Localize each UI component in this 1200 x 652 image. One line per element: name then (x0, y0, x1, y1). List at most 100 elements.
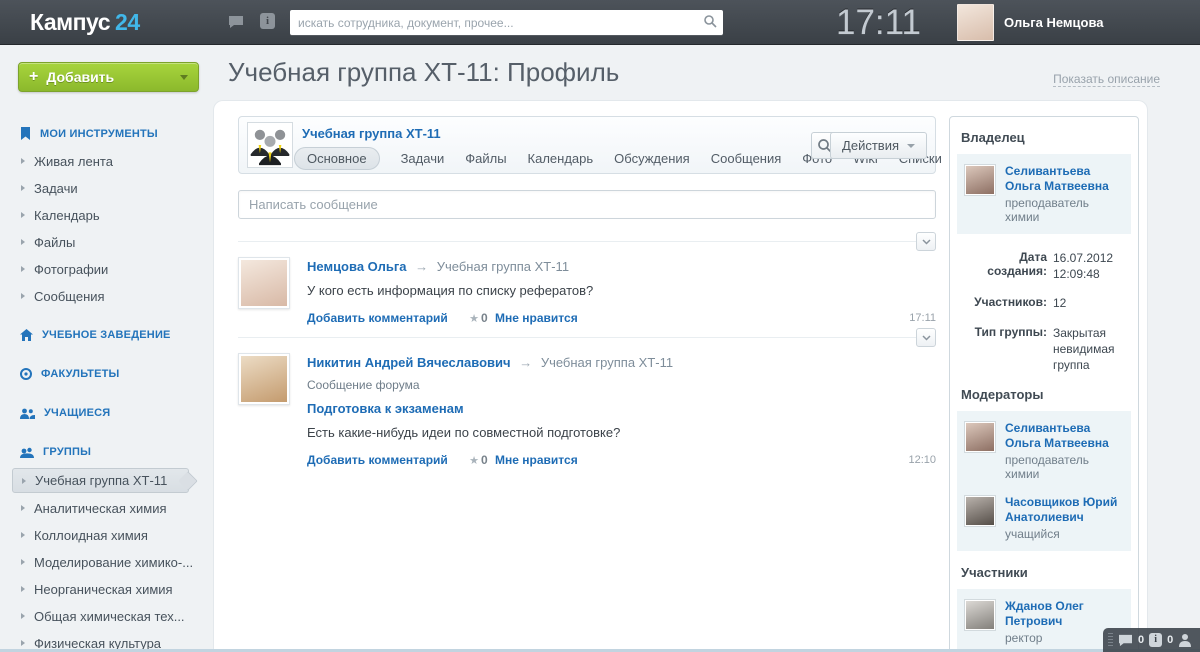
user-avatar[interactable] (957, 4, 994, 41)
drag-handle[interactable] (1108, 633, 1113, 648)
global-search (290, 10, 723, 35)
sidebar-item-group-ht11[interactable]: Учебная группа ХТ-11 (12, 468, 189, 493)
post-target-group[interactable]: Учебная группа ХТ-11 (541, 355, 673, 370)
sidebar-item-modeling[interactable]: Моделирование химико-... (0, 549, 213, 576)
clock: 17:11 (836, 0, 921, 45)
field-row: Тип группы: Закрытая невидимая группа (961, 325, 1127, 374)
user-name[interactable]: Ольга Немцова (1004, 0, 1104, 45)
main-panel: Учебная группа ХТ-11 Основное Задачи Фай… (213, 100, 1148, 652)
target-icon (20, 368, 32, 380)
member-avatar[interactable] (964, 495, 996, 527)
sidebar-section-groups[interactable]: ГРУППЫ (0, 438, 213, 466)
messenger-icon[interactable] (228, 15, 244, 32)
like-link[interactable]: Мне нравится (495, 453, 578, 467)
bookmark-icon (20, 127, 31, 140)
notifications-icon[interactable]: i (260, 13, 275, 29)
tab-main[interactable]: Основное (294, 147, 380, 170)
like-link[interactable]: Мне нравится (495, 311, 578, 325)
member-role: преподаватель химии (1005, 196, 1124, 224)
chevron-down-icon (907, 144, 915, 148)
owner-block: Селивантьева Ольга Матвеевна преподавате… (957, 154, 1131, 234)
notifications-count: 0 (1167, 634, 1173, 646)
member-name-link[interactable]: Жданов Олег Петрович (1005, 599, 1124, 629)
members-header: Участники (961, 565, 1127, 580)
tab-tasks[interactable]: Задачи (401, 151, 445, 166)
notification-bar: 0 i 0 (1103, 628, 1200, 652)
post-kind: Сообщение форума (307, 378, 936, 392)
group-name[interactable]: Учебная группа ХТ-11 (302, 126, 441, 141)
likes-count: 0 (481, 453, 488, 467)
sidebar-item-general-chem[interactable]: Общая химическая тех... (0, 603, 213, 630)
post-title-link[interactable]: Подготовка к экзаменам (307, 401, 936, 416)
messenger-icon[interactable] (1118, 634, 1133, 647)
sidebar-item-analytic-chem[interactable]: Аналитическая химия (0, 495, 213, 522)
sidebar-item-colloid-chem[interactable]: Коллоидная химия (0, 522, 213, 549)
show-description-link[interactable]: Показать описание (1053, 72, 1160, 87)
notifications-icon[interactable]: i (1149, 633, 1162, 647)
app-logo[interactable]: Кампус24 (30, 0, 140, 45)
caret-right-icon (21, 559, 25, 565)
caret-right-icon (21, 505, 25, 511)
post-menu-button[interactable] (916, 232, 936, 251)
member-name-link[interactable]: Часовщиков Юрий Анатолиевич (1005, 495, 1124, 525)
star-icon: ★ (469, 455, 479, 467)
sidebar-item-files[interactable]: Файлы (0, 229, 213, 256)
moderators-block: Селивантьева Ольга Матвеевна преподавате… (957, 411, 1131, 551)
member-avatar[interactable] (964, 164, 996, 196)
caret-right-icon (21, 532, 25, 538)
add-comment-link[interactable]: Добавить комментарий (307, 311, 448, 325)
chevron-down-icon (922, 335, 931, 341)
tab-files[interactable]: Файлы (465, 151, 506, 166)
groups-icon (20, 447, 34, 458)
chevron-down-icon (922, 239, 931, 245)
caret-right-icon (21, 293, 25, 299)
post-time: 12:10 (908, 454, 936, 466)
group-header-card: Учебная группа ХТ-11 Основное Задачи Фай… (238, 116, 936, 174)
sidebar-item-inorganic-chem[interactable]: Неорганическая химия (0, 576, 213, 603)
caret-right-icon (21, 266, 25, 272)
sidebar-section-students[interactable]: УЧАЩИЕСЯ (0, 399, 213, 427)
member-name-link[interactable]: Селивантьева Ольга Матвеевна (1005, 421, 1124, 451)
tab-messages[interactable]: Сообщения (711, 151, 782, 166)
sidebar-section-tools[interactable]: МОИ ИНСТРУМЕНТЫ (0, 119, 213, 148)
sidebar-item-photos[interactable]: Фотографии (0, 256, 213, 283)
tab-calendar[interactable]: Календарь (528, 151, 594, 166)
caret-right-icon (21, 640, 25, 646)
add-comment-link[interactable]: Добавить комментарий (307, 453, 448, 467)
message-composer (238, 190, 936, 219)
field-row: Участников: 12 (961, 295, 1127, 311)
person-icon[interactable] (1178, 633, 1192, 647)
sidebar-item-calendar[interactable]: Календарь (0, 202, 213, 229)
post-target-group[interactable]: Учебная группа ХТ-11 (437, 259, 569, 274)
tab-discussions[interactable]: Обсуждения (614, 151, 690, 166)
add-button[interactable]: + Добавить (18, 62, 199, 92)
post-author-link[interactable]: Никитин Андрей Вячеславович (307, 355, 511, 370)
sidebar-item-live-feed[interactable]: Живая лента (0, 148, 213, 175)
search-icon[interactable] (697, 14, 723, 31)
global-search-input[interactable] (290, 11, 697, 34)
message-composer-input[interactable] (239, 191, 935, 218)
actions-button[interactable]: Действия (830, 132, 927, 159)
field-row: Дата создания: 16.07.2012 12:09:48 (961, 250, 1127, 282)
post-author-avatar[interactable] (238, 257, 290, 309)
feed-post: Никитин Андрей Вячеславович → Учебная гр… (238, 337, 936, 479)
sidebar-item-tasks[interactable]: Задачи (0, 175, 213, 202)
sidebar-section-school[interactable]: УЧЕБНОЕ ЗАВЕДЕНИЕ (0, 321, 213, 349)
logo-accent: 24 (115, 9, 140, 35)
sidebar-section-faculties[interactable]: ФАКУЛЬТЕТЫ (0, 360, 213, 388)
member-avatar[interactable] (964, 599, 996, 631)
member-role: учащийся (1005, 527, 1124, 541)
post-author-avatar[interactable] (238, 353, 290, 405)
post-menu-button[interactable] (916, 328, 936, 347)
member-avatar[interactable] (964, 421, 996, 453)
member-row: Селивантьева Ольга Матвеевна преподавате… (957, 414, 1131, 488)
member-row: Селивантьева Ольга Матвеевна преподавате… (957, 157, 1131, 231)
member-name-link[interactable]: Селивантьева Ольга Матвеевна (1005, 164, 1124, 194)
group-avatar[interactable] (247, 122, 293, 168)
group-fields: Дата создания: 16.07.2012 12:09:48 Участ… (961, 250, 1127, 373)
arrow-right-icon: → (415, 259, 428, 274)
post-author-link[interactable]: Немцова Ольга (307, 259, 407, 274)
sidebar-item-messages[interactable]: Сообщения (0, 283, 213, 310)
likes-count: 0 (481, 311, 488, 325)
caret-right-icon (21, 613, 25, 619)
